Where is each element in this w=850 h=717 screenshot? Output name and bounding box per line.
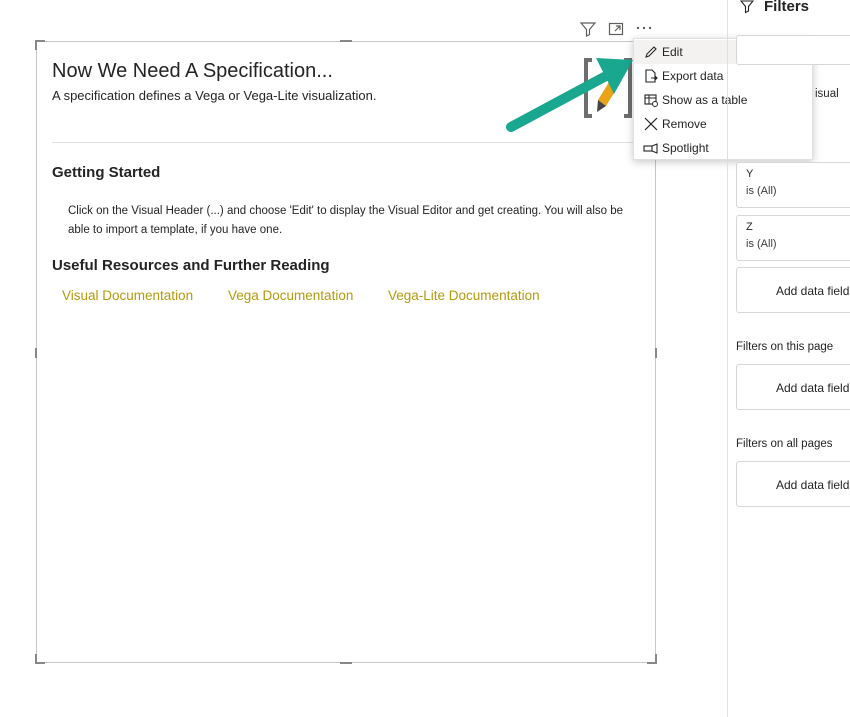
- resize-handle-bottom-right[interactable]: [647, 654, 657, 664]
- menu-item-label: Export data: [662, 69, 724, 83]
- resize-handle-right[interactable]: [655, 348, 657, 358]
- export-icon: [643, 68, 659, 84]
- filter-card-value: is (All): [746, 238, 777, 250]
- filters-on-visual-label: isual: [815, 88, 839, 100]
- link-vega-documentation[interactable]: Vega Documentation: [228, 288, 353, 303]
- filter-card-z[interactable]: Z is (All): [736, 215, 850, 261]
- resources-heading: Useful Resources and Further Reading: [52, 257, 330, 274]
- add-data-field-label: Add data field: [776, 284, 850, 298]
- add-data-field-all-pages[interactable]: Add data field: [736, 461, 850, 507]
- table-icon: [643, 92, 659, 108]
- add-data-field-label: Add data field: [776, 381, 850, 395]
- add-data-field-visual[interactable]: Add data field: [736, 267, 850, 313]
- filters-pane: Filters isual Y is (All) Z is (All) Add …: [727, 0, 850, 717]
- resize-handle-bottom-left[interactable]: [35, 654, 45, 664]
- filter-icon[interactable]: [579, 20, 597, 38]
- focus-mode-icon[interactable]: [607, 20, 625, 38]
- close-icon: [643, 116, 659, 132]
- filter-card-name: Y: [746, 168, 754, 180]
- resize-handle-bottom[interactable]: [340, 662, 352, 664]
- link-visual-documentation[interactable]: Visual Documentation: [62, 288, 193, 303]
- filters-on-all-pages-label: Filters on all pages: [736, 438, 833, 450]
- menu-item-label: Edit: [662, 45, 683, 59]
- filter-card-y[interactable]: Y is (All): [736, 162, 850, 208]
- resize-handle-left[interactable]: [35, 348, 37, 358]
- divider: [52, 142, 657, 143]
- resize-handle-top-left[interactable]: [35, 40, 45, 50]
- add-data-field-label: Add data field: [776, 478, 850, 492]
- add-data-field-page[interactable]: Add data field: [736, 364, 850, 410]
- filters-heading: Filters: [764, 0, 810, 15]
- filters-on-page-label: Filters on this page: [736, 341, 834, 353]
- spotlight-icon: [643, 140, 659, 156]
- resize-handle-top[interactable]: [340, 40, 352, 42]
- filter-card-name: Z: [746, 221, 753, 233]
- more-options-icon[interactable]: [635, 20, 653, 38]
- pencil-icon: [643, 44, 659, 60]
- filter-card-empty[interactable]: [736, 35, 850, 65]
- getting-started-heading: Getting Started: [52, 164, 161, 181]
- filter-pane-icon: [740, 0, 754, 14]
- page-title: Now We Need A Specification...: [52, 60, 333, 82]
- link-vega-lite-documentation[interactable]: Vega-Lite Documentation: [388, 288, 540, 303]
- getting-started-text: Click on the Visual Header (...) and cho…: [68, 205, 624, 236]
- menu-item-label: Spotlight: [662, 141, 709, 155]
- arrow-annotation: [506, 58, 633, 132]
- menu-item-label: Remove: [662, 117, 707, 131]
- page-subtitle: A specification defines a Vega or Vega-L…: [52, 88, 377, 103]
- filter-card-value: is (All): [746, 185, 777, 197]
